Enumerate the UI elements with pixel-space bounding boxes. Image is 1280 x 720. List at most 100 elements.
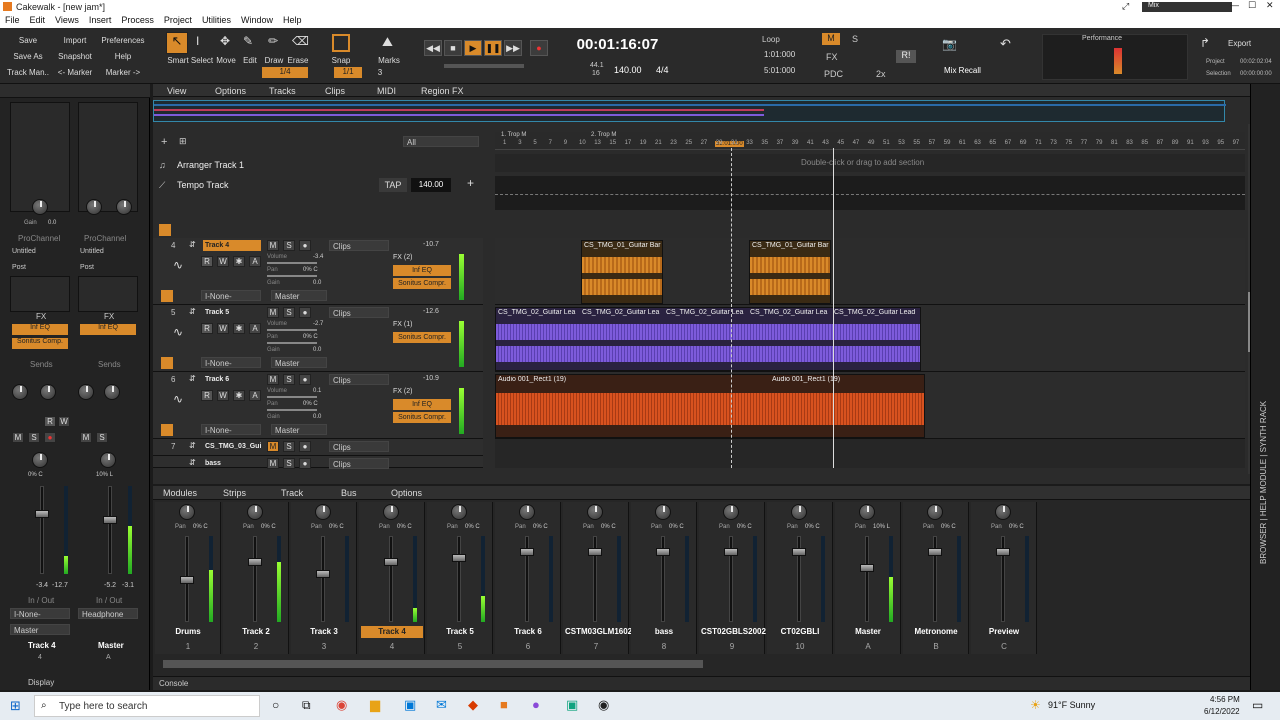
pan-knob-left[interactable]	[32, 452, 48, 468]
strip-pan-knob[interactable]	[927, 504, 943, 520]
track-filter-select[interactable]: All	[403, 136, 479, 147]
track-output-select[interactable]: Master	[271, 357, 327, 368]
track-name-field[interactable]: Track 5	[203, 307, 261, 318]
track-automation-icon[interactable]	[161, 290, 173, 302]
post-right[interactable]: Post	[80, 264, 94, 271]
output-select-left[interactable]: Master	[10, 624, 70, 635]
track-freeze-button[interactable]: ✱	[233, 256, 245, 267]
track-clips-select[interactable]: Clips	[329, 441, 389, 452]
strip-pan-knob[interactable]	[723, 504, 739, 520]
track-collapse-icon[interactable]: ⇵	[189, 441, 196, 450]
console-strip[interactable]: Pan 0% C Track 6 6	[495, 502, 561, 654]
mute-button-right[interactable]: M	[80, 432, 92, 443]
strip-fader[interactable]	[248, 558, 262, 566]
erase-tool-icon[interactable]: ⌫	[292, 34, 309, 48]
strip-pan-knob[interactable]	[179, 504, 195, 520]
loop-start[interactable]: 1:01:000	[764, 50, 795, 59]
strip-pan-knob[interactable]	[383, 504, 399, 520]
save-as-button[interactable]: Save As	[8, 52, 48, 61]
marks-icon[interactable]: ⛰	[382, 34, 393, 50]
track-arm-button[interactable]: ●	[299, 458, 311, 469]
console-strip[interactable]: Pan 0% C CST02GBLS2002 9	[699, 502, 766, 654]
console-menu-bus[interactable]: Bus	[341, 488, 357, 498]
track-clips-select[interactable]: Clips	[329, 307, 389, 318]
strip-pan-knob[interactable]	[995, 504, 1011, 520]
strip-fader[interactable]	[588, 548, 602, 556]
snapshot-button[interactable]: Snapshot	[55, 52, 95, 61]
clip-group-guitar-lead[interactable]: CS_TMG_02_Guitar Lea CS_TMG_02_Guitar Le…	[495, 307, 921, 371]
strip-name[interactable]: Track 4	[361, 626, 423, 638]
track-input-select[interactable]: I-None-	[201, 290, 261, 301]
pdc-button[interactable]: PDC	[824, 69, 843, 79]
expand-icon[interactable]: ⤢	[1122, 1, 1129, 12]
track-volume-slider[interactable]	[267, 262, 317, 264]
track-header-4[interactable]: 4 ⇵ Track 4 M S ● Clips -10.7 ∿ R W ✱ A Volume -3.4 Pan…	[153, 238, 483, 305]
menu-project[interactable]: Project	[159, 14, 197, 26]
stop-button[interactable]: ■	[444, 40, 462, 56]
import-button[interactable]: Import	[55, 36, 95, 45]
track-clips-select[interactable]: Clips	[329, 240, 389, 251]
track-automation-button[interactable]: A	[249, 323, 261, 334]
console-strip[interactable]: Pan 0% C Track 5 5	[427, 502, 493, 654]
track-write-button[interactable]: W	[217, 323, 229, 334]
snap-icon[interactable]	[332, 34, 350, 52]
track-arm-button[interactable]: ●	[299, 307, 311, 318]
menu-utilities[interactable]: Utilities	[197, 14, 236, 26]
strip-name[interactable]: CSTM03GLM1602	[565, 626, 632, 638]
automation-icon[interactable]	[159, 224, 171, 236]
file-explorer-icon[interactable]: ▆	[370, 697, 380, 713]
track-fx-slot-2[interactable]: Sonitus Compr.	[393, 278, 451, 289]
strip-fader[interactable]	[180, 576, 194, 584]
track-arm-button[interactable]: ●	[299, 374, 311, 385]
track-name-field[interactable]: Track 4	[203, 240, 261, 251]
strip-fader[interactable]	[860, 564, 874, 572]
track-solo-button[interactable]: S	[283, 458, 295, 469]
notification-icon[interactable]: ▭	[1252, 698, 1263, 712]
strip-name[interactable]: Metronome	[905, 626, 967, 638]
track-read-button[interactable]: R	[201, 256, 213, 267]
camera-icon[interactable]: 📷	[942, 37, 957, 51]
close-icon[interactable]: ✕	[1266, 0, 1274, 11]
app-icon-green[interactable]: ▣	[566, 697, 578, 713]
fx-inf-eq-left[interactable]: Inf EQ	[12, 324, 68, 335]
fx-sonitus-left[interactable]: Sonitus Comp.	[12, 338, 68, 349]
strip-fader[interactable]	[452, 554, 466, 562]
console-strip[interactable]: Pan 0% C Preview C	[971, 502, 1037, 654]
menu-window[interactable]: Window	[236, 14, 278, 26]
strip-fader[interactable]	[656, 548, 670, 556]
track-header-8[interactable]: ⇵ bass M S ● Clips	[153, 456, 483, 469]
clip-guitar-bar-1[interactable]: CS_TMG_01_Guitar Bar	[581, 240, 663, 304]
track-collapse-icon[interactable]: ⇵	[189, 374, 196, 383]
marker-2[interactable]: 2. Trop M	[591, 132, 616, 138]
weather-text[interactable]: 91°F Sunny	[1048, 700, 1095, 710]
console-strip[interactable]: Pan 0% C CSTM03GLM1602 7	[563, 502, 632, 654]
windows-start-icon[interactable]: ⊞	[10, 698, 21, 714]
track-fx-label[interactable]: FX (2)	[393, 254, 412, 261]
r-button[interactable]: R!	[896, 50, 916, 63]
console-tab[interactable]: Console	[159, 679, 188, 688]
store-icon[interactable]: ▣	[404, 697, 416, 713]
strip-fader[interactable]	[928, 548, 942, 556]
smart-tool-icon[interactable]: ↖	[166, 32, 188, 54]
view-menu-clips[interactable]: Clips	[325, 86, 345, 96]
pan-knob-right[interactable]	[100, 452, 116, 468]
solo-button-left[interactable]: S	[28, 432, 40, 443]
track-fx-slot-2[interactable]: Sonitus Compr.	[393, 412, 451, 423]
fast-forward-button[interactable]: ▶▶	[504, 40, 522, 56]
track-automation-icon[interactable]	[161, 424, 173, 436]
console-menu-modules[interactable]: Modules	[163, 488, 197, 498]
select-tool-icon[interactable]: I	[196, 34, 199, 48]
minimize-icon[interactable]: —	[1230, 0, 1239, 10]
task-view-icon[interactable]: ⧉	[302, 698, 311, 713]
track-output-select[interactable]: Master	[271, 290, 327, 301]
2x-button[interactable]: 2x	[876, 69, 886, 79]
time-display[interactable]: 00:01:16:07	[560, 36, 675, 54]
track-read-button[interactable]: R	[201, 390, 213, 401]
export-icon[interactable]: ↱	[1200, 36, 1210, 50]
fx-button[interactable]: FX	[826, 52, 838, 62]
write-button-left[interactable]: W	[58, 416, 70, 427]
view-menu-options[interactable]: Options	[215, 86, 246, 96]
snap-value[interactable]: 1/1	[334, 67, 362, 78]
track-mute-button[interactable]: M	[267, 374, 279, 385]
view-menu-view[interactable]: View	[167, 86, 186, 96]
